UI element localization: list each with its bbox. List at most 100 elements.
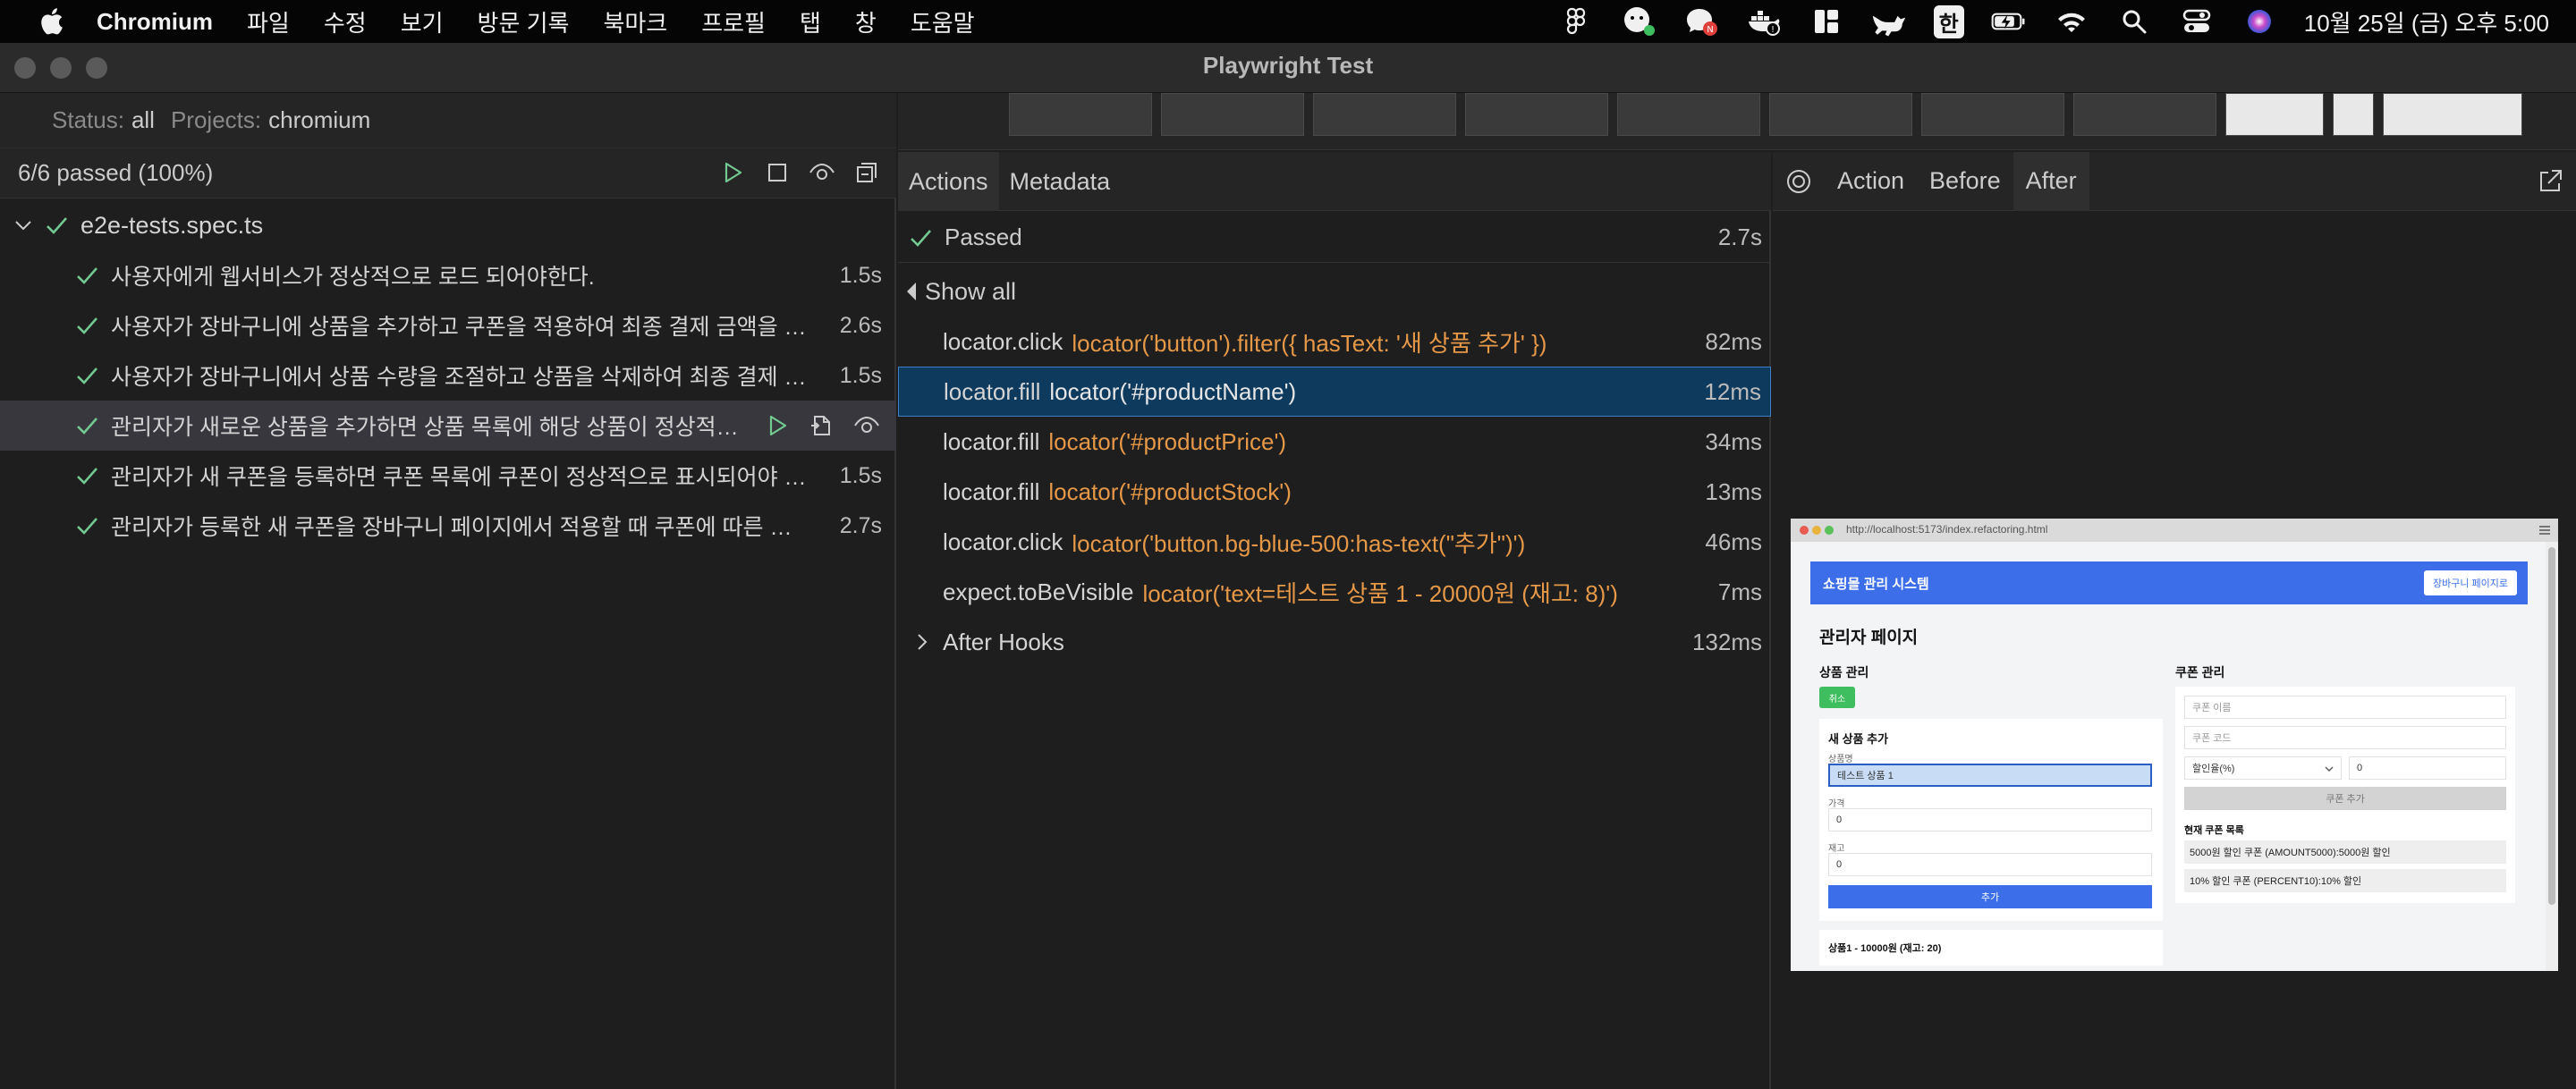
tab-metadata[interactable]: Metadata	[999, 152, 1122, 211]
test-name: 관리자가 새로운 상품을 추가하면 상품 목록에 해당 상품이 정상적으...	[111, 415, 750, 440]
menu-window[interactable]: 창	[855, 5, 877, 38]
menu-file[interactable]: 파일	[247, 5, 290, 38]
preview-name-input[interactable]: 테스트 상품 1	[1828, 764, 2152, 787]
chevron-down-icon[interactable]	[13, 215, 34, 236]
preview-discount-type-select[interactable]: 할인율(%)	[2184, 756, 2342, 780]
after-hooks-row[interactable]: After Hooks 132ms	[898, 617, 1771, 667]
menu-help[interactable]: 도움말	[911, 5, 975, 38]
test-row[interactable]: 사용자가 장바구니에서 상품 수량을 조절하고 상품을 삭제하여 최종 결제 금…	[0, 350, 896, 401]
timeline-frame[interactable]	[1161, 93, 1304, 136]
tab-action[interactable]: Action	[1825, 152, 1917, 211]
collapse-all-icon[interactable]	[852, 157, 882, 188]
menu-tab[interactable]: 탭	[800, 5, 821, 38]
action-duration: 7ms	[1717, 578, 1762, 605]
watch-test-icon[interactable]	[852, 410, 882, 441]
check-icon	[47, 217, 67, 234]
action-selector: locator('#productStock')	[1048, 477, 1292, 505]
apple-icon[interactable]	[36, 4, 70, 38]
preview-scrollbar[interactable]	[2546, 542, 2558, 971]
action-row[interactable]: locator.fill locator('#productStock') 13…	[898, 467, 1771, 517]
notification-app-icon[interactable]: N	[1683, 5, 1719, 38]
wifi-icon[interactable]	[2054, 5, 2089, 38]
menu-bookmarks[interactable]: 북마크	[603, 5, 667, 38]
preview-coupon-name-input[interactable]: 쿠폰 이름	[2184, 696, 2506, 719]
pick-locator-icon[interactable]	[1773, 152, 1825, 211]
result-label: Passed	[945, 224, 1022, 250]
preview-add-button[interactable]: 추가	[1828, 885, 2152, 908]
run-all-icon[interactable]	[717, 157, 748, 188]
snapshot-tabs: Action Before After	[1773, 151, 2576, 211]
preview-scroll-thumb[interactable]	[2548, 547, 2555, 905]
battery-icon[interactable]	[1991, 5, 2027, 38]
timeline-frame[interactable]	[1617, 93, 1760, 136]
spec-file-row[interactable]: e2e-tests.spec.ts	[0, 200, 896, 250]
test-row[interactable]: 관리자가 새 쿠폰을 등록하면 쿠폰 목록에 쿠폰이 정상적으로 표시되어야 한…	[0, 451, 896, 501]
chevron-right-icon[interactable]	[914, 631, 932, 653]
spotlight-search-icon[interactable]	[2116, 5, 2152, 38]
open-source-icon[interactable]	[807, 410, 837, 441]
test-row[interactable]: 관리자가 등록한 새 쿠폰을 장바구니 페이지에서 적용할 때 쿠폰에 따른 할…	[0, 501, 896, 551]
open-external-icon[interactable]	[2524, 152, 2576, 211]
input-source-indicator[interactable]: 한	[1933, 4, 1964, 38]
action-row[interactable]: locator.click locator('button.bg-blue-50…	[898, 517, 1771, 567]
watch-all-icon[interactable]	[807, 157, 837, 188]
action-method: locator.click	[943, 327, 1063, 355]
menu-view[interactable]: 보기	[401, 5, 444, 38]
test-row[interactable]: 사용자가 장바구니에 상품을 추가하고 쿠폰을 적용하여 최종 결제 금액을 확…	[0, 300, 896, 350]
siri-icon[interactable]	[2241, 5, 2277, 38]
timeline-frame[interactable]	[2333, 93, 2374, 136]
action-row[interactable]: locator.fill locator('#productPrice') 34…	[898, 417, 1771, 467]
timeline-frame[interactable]	[2225, 93, 2324, 136]
preview-cancel-button[interactable]: 취소	[1819, 687, 1855, 708]
svg-text:N: N	[1707, 25, 1713, 35]
preview-stock-label: 재고	[1828, 844, 1845, 854]
tab-after[interactable]: After	[2012, 151, 2089, 211]
preview-stock-input[interactable]: 0	[1828, 853, 2152, 876]
action-row[interactable]: locator.click locator('button').filter({…	[898, 317, 1771, 367]
preview-app-title: 쇼핑몰 관리 시스템	[1823, 576, 1929, 592]
snapshot-preview[interactable]: http://localhost:5173/index.refactoring.…	[1791, 519, 2558, 971]
check-icon	[77, 317, 97, 334]
menu-edit[interactable]: 수정	[324, 5, 367, 38]
timeline-frame[interactable]	[1009, 93, 1152, 136]
menu-history[interactable]: 방문 기록	[478, 5, 570, 38]
timeline-frame[interactable]	[2383, 93, 2522, 136]
stop-icon[interactable]	[762, 157, 792, 188]
window-manager-icon[interactable]	[1809, 5, 1844, 38]
timeline-frame[interactable]	[1921, 93, 2064, 136]
app-menu[interactable]: Chromium	[97, 8, 213, 36]
preview-coupon-code-input[interactable]: 쿠폰 코드	[2184, 726, 2506, 749]
action-row[interactable]: expect.toBeVisible locator('text=테스트 상품 …	[898, 567, 1771, 617]
menubar-clock[interactable]: 10월 25일 (금) 오후 5:00	[2304, 5, 2549, 38]
check-icon	[77, 418, 97, 435]
show-all-toggle[interactable]: Show all	[898, 266, 1016, 317]
timeline-frame[interactable]	[2073, 93, 2216, 136]
run-test-icon[interactable]	[762, 410, 792, 441]
tab-actions[interactable]: Actions	[898, 152, 999, 211]
test-row[interactable]: 사용자에게 웹서비스가 정상적으로 로드 되어야한다. 1.5s	[0, 250, 896, 300]
check-icon	[77, 367, 97, 384]
preview-coupon-add-button[interactable]: 쿠폰 추가	[2184, 787, 2506, 810]
preview-price-input[interactable]: 0	[1828, 808, 2152, 832]
timeline-frame[interactable]	[1313, 93, 1456, 136]
figma-icon[interactable]	[1558, 5, 1594, 38]
control-center-icon[interactable]	[2179, 5, 2215, 38]
preview-coupon-list-title: 현재 쿠폰 목록	[2184, 825, 2244, 836]
preview-cart-button[interactable]: 장바구니 페이지로	[2423, 570, 2517, 595]
timeline-frame[interactable]	[1769, 93, 1912, 136]
test-result-row: Passed 2.7s	[898, 213, 1771, 263]
status-filter-value[interactable]: all	[131, 106, 155, 134]
docker-icon[interactable]: !	[1746, 5, 1782, 38]
menu-profile[interactable]: 프로필	[701, 5, 766, 38]
test-row-selected[interactable]: 관리자가 새로운 상품을 추가하면 상품 목록에 해당 상품이 정상적으...	[0, 401, 896, 451]
projects-filter-value[interactable]: chromium	[268, 106, 370, 134]
timeline-frame[interactable]	[1465, 93, 1608, 136]
action-row-selected[interactable]: locator.fill locator('#productName') 12m…	[898, 367, 1771, 417]
preview-price-label: 가격	[1828, 799, 1845, 809]
tab-before[interactable]: Before	[1917, 152, 2013, 211]
chat-app-icon[interactable]	[1621, 5, 1657, 38]
preview-discount-value-input[interactable]: 0	[2349, 756, 2506, 780]
filter-bar[interactable]: Status: all Projects: chromium	[0, 93, 896, 148]
action-duration: 12ms	[1704, 377, 1761, 405]
runcat-icon[interactable]	[1871, 5, 1907, 38]
